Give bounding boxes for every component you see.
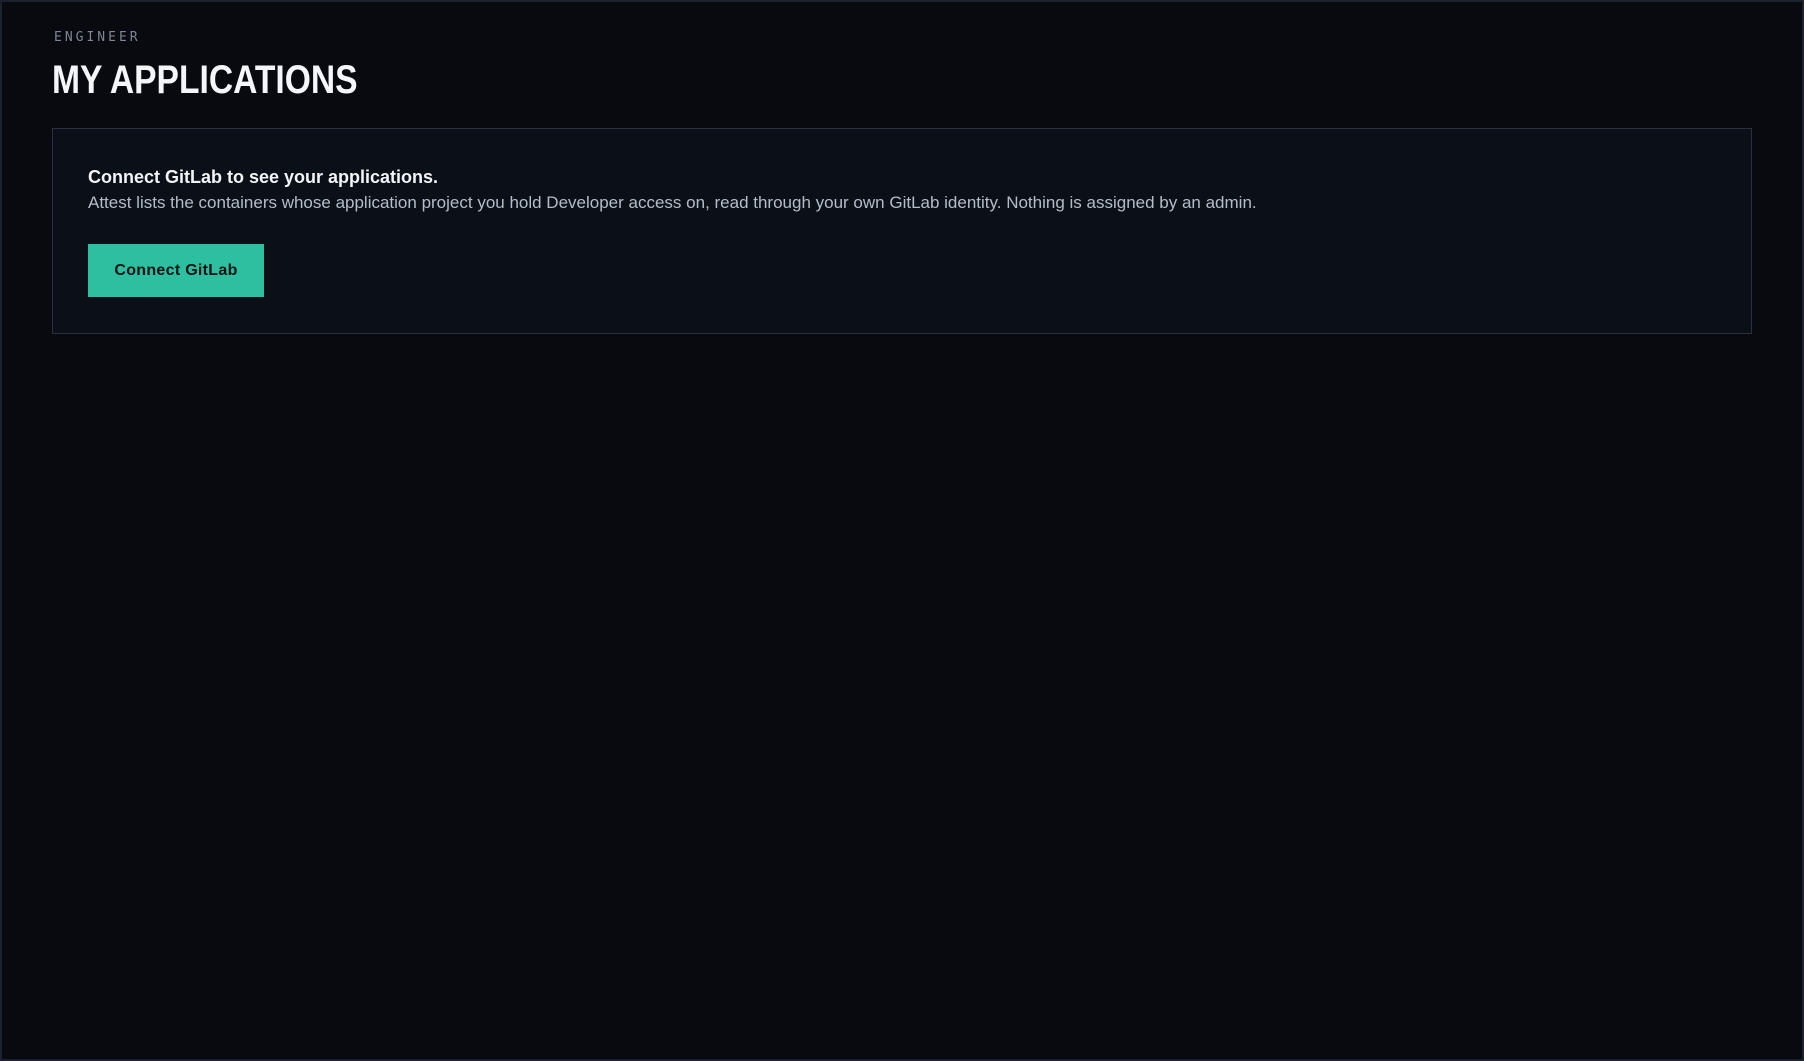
connect-gitlab-card: Connect GitLab to see your applications.… xyxy=(52,128,1752,334)
card-description: Attest lists the containers whose applic… xyxy=(88,193,1257,212)
page-title: MY APPLICATIONS xyxy=(52,58,358,102)
main-content: ENGINEER MY APPLICATIONS Connect GitLab … xyxy=(52,30,1756,334)
connect-gitlab-button[interactable]: Connect GitLab xyxy=(88,244,264,297)
role-eyebrow: ENGINEER xyxy=(54,30,141,45)
app-window: ENGINEER MY APPLICATIONS Connect GitLab … xyxy=(0,0,1804,1061)
card-heading: Connect GitLab to see your applications. xyxy=(88,167,439,187)
